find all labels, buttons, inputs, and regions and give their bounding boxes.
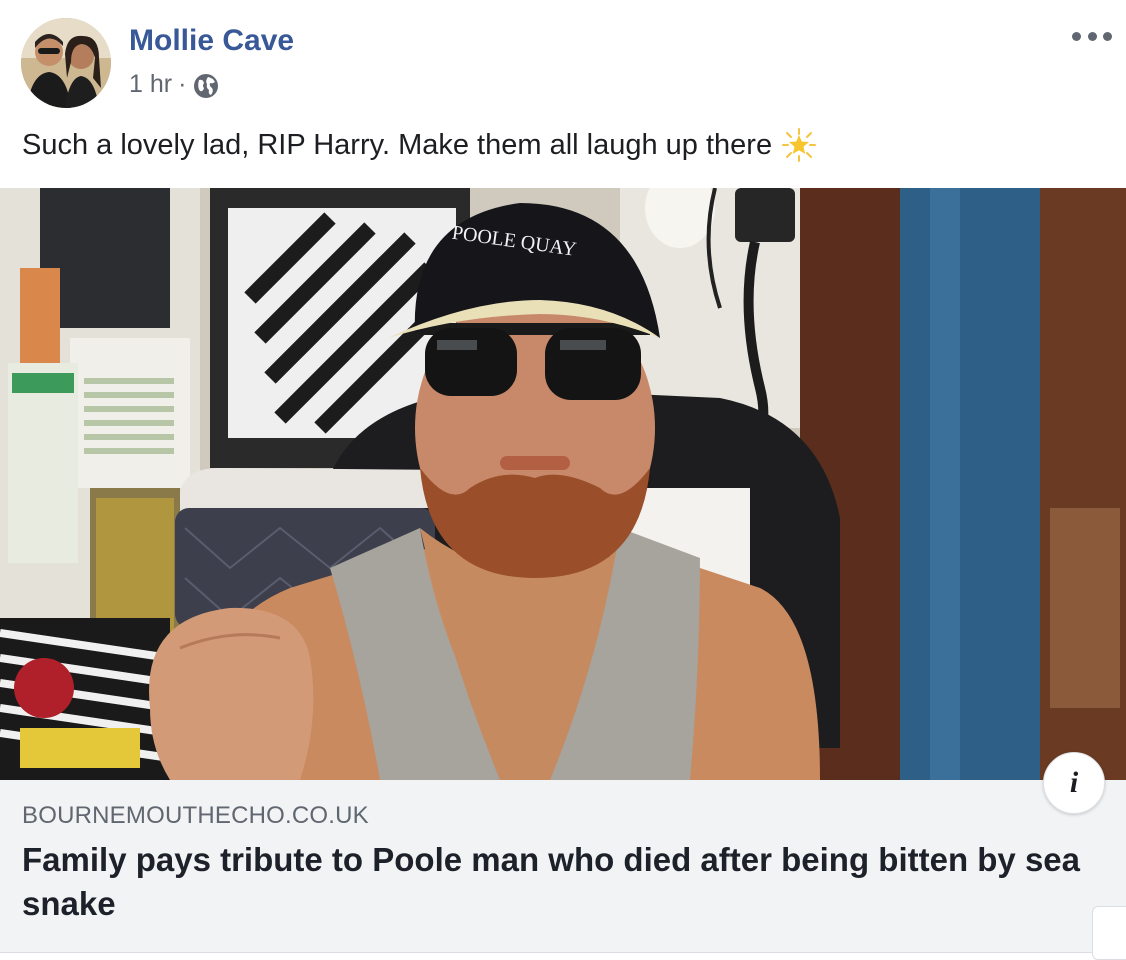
corner-chip xyxy=(1092,906,1126,960)
post-header: Mollie Cave 1 hr · xyxy=(0,0,1126,120)
info-button[interactable]: i xyxy=(1043,752,1105,814)
link-headline[interactable]: Family pays tribute to Poole man who die… xyxy=(22,838,1082,926)
link-domain: BOURNEMOUTHECHO.CO.UK xyxy=(22,802,369,829)
link-preview-photo[interactable]: POOLE QUAY xyxy=(0,188,1126,780)
glowing-star-icon xyxy=(782,128,817,162)
globe-icon[interactable] xyxy=(192,72,220,100)
post-caption: Such a lovely lad, RIP Harry. Make them … xyxy=(22,128,817,162)
meta-separator: · xyxy=(178,69,187,98)
post-meta: 1 hr · xyxy=(129,68,220,100)
post-timestamp[interactable]: 1 hr xyxy=(129,70,172,99)
link-preview-card[interactable]: BOURNEMOUTHECHO.CO.UK Family pays tribut… xyxy=(0,780,1126,953)
author-name[interactable]: Mollie Cave xyxy=(129,24,294,58)
caption-text: Such a lovely lad, RIP Harry. Make them … xyxy=(22,128,773,161)
author-avatar[interactable] xyxy=(21,18,111,108)
more-options-icon[interactable] xyxy=(1072,24,1112,48)
